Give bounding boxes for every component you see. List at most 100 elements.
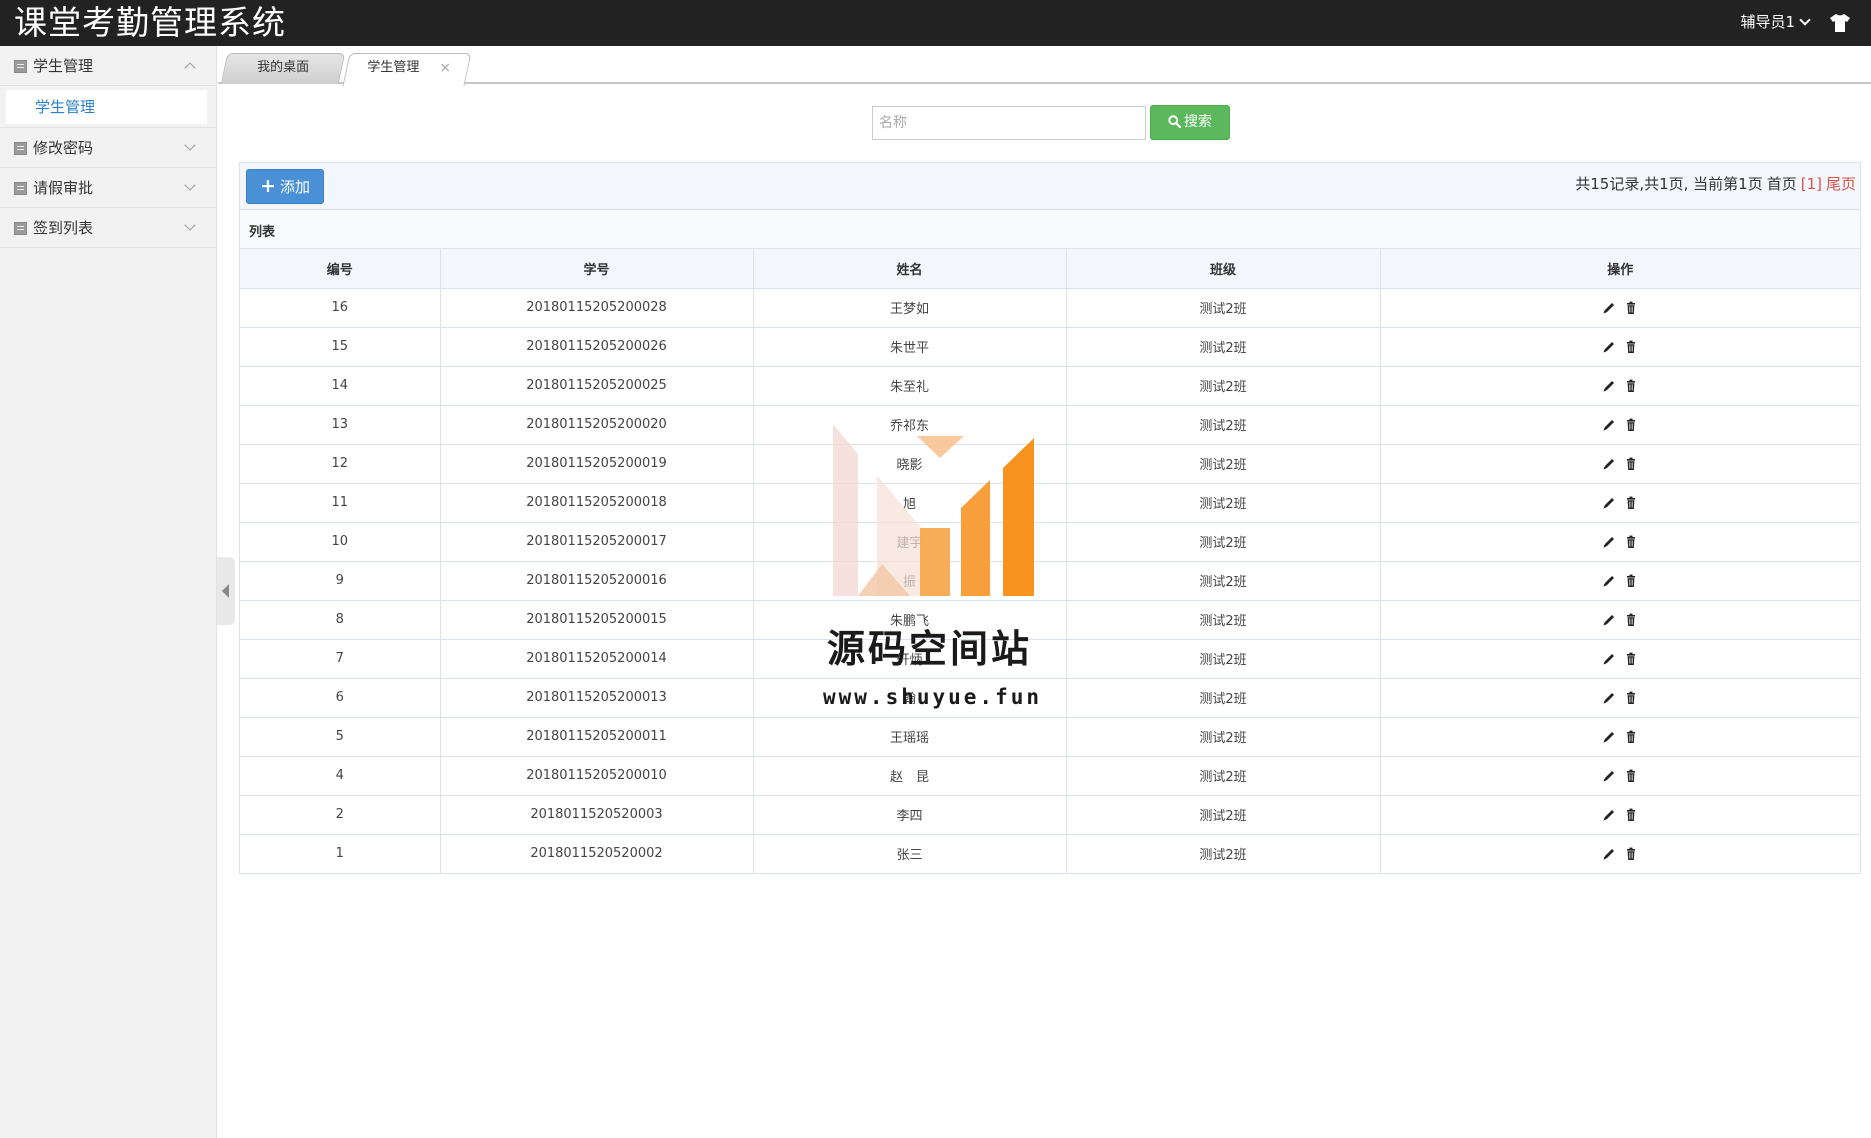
sidebar-item-student-management[interactable]: 学生管理 [6, 90, 207, 124]
name-cell: 振 [753, 561, 1067, 601]
table-row: 2 2018011520520003 李四 测试2班 [240, 795, 1860, 835]
edit-icon[interactable] [1601, 495, 1617, 511]
close-icon[interactable]: × [440, 54, 452, 82]
edit-icon[interactable] [1601, 417, 1617, 433]
name-cell: 乔祁东 [753, 405, 1067, 445]
name-cell: 李四 [753, 795, 1067, 835]
edit-icon[interactable] [1601, 690, 1617, 706]
class-cell: 测试2班 [1066, 678, 1381, 718]
pager-last-link[interactable]: 尾页 [1826, 175, 1856, 193]
student-no-cell: 2018011520520003 [440, 795, 754, 835]
delete-icon[interactable] [1623, 300, 1639, 316]
name-cell: 旭 [753, 483, 1067, 523]
sidebar-group-label: 学生管理 [33, 57, 94, 75]
class-cell: 测试2班 [1066, 717, 1381, 757]
actions-cell [1380, 366, 1860, 406]
id-cell: 1 [240, 834, 441, 873]
id-cell: 5 [240, 717, 441, 757]
sidebar-collapse-handle[interactable] [217, 557, 235, 625]
delete-icon[interactable] [1623, 612, 1639, 628]
student-no-cell: 20180115205200015 [440, 600, 754, 640]
column-header-student-no: 学号 [440, 249, 754, 289]
delete-icon[interactable] [1623, 768, 1639, 784]
delete-icon[interactable] [1623, 495, 1639, 511]
id-cell: 15 [240, 327, 441, 367]
delete-icon[interactable] [1623, 573, 1639, 589]
table-row: 5 20180115205200011 王瑶瑶 测试2班 [240, 717, 1860, 757]
sidebar-group-change-password[interactable]: 修改密码 [0, 128, 216, 168]
class-cell: 测试2班 [1066, 834, 1381, 873]
id-cell: 7 [240, 639, 441, 679]
search-button[interactable]: 搜索 [1150, 105, 1230, 140]
actions-cell [1380, 405, 1860, 445]
edit-icon[interactable] [1601, 651, 1617, 667]
pager-current-page[interactable]: [1] [1801, 175, 1822, 193]
id-cell: 6 [240, 678, 441, 718]
edit-icon[interactable] [1601, 300, 1617, 316]
add-button-label: 添加 [279, 178, 310, 196]
tab-student-management[interactable]: 学生管理 × [342, 53, 472, 86]
edit-icon[interactable] [1601, 846, 1617, 862]
delete-icon[interactable] [1623, 339, 1639, 355]
class-cell: 测试2班 [1066, 795, 1381, 835]
delete-icon[interactable] [1623, 807, 1639, 823]
name-cell: 建宇 [753, 522, 1067, 562]
menu-list-icon [14, 142, 27, 155]
menu-list-icon [14, 182, 27, 195]
name-cell: 朱世平 [753, 327, 1067, 367]
delete-icon[interactable] [1623, 846, 1639, 862]
delete-icon[interactable] [1623, 534, 1639, 550]
chevron-down-icon [184, 219, 196, 231]
class-cell: 测试2班 [1066, 756, 1381, 796]
table-row: 8 20180115205200015 朱鹏飞 测试2班 [240, 600, 1860, 640]
user-menu[interactable]: 辅导员1 [1740, 12, 1811, 32]
edit-icon[interactable] [1601, 807, 1617, 823]
delete-icon[interactable] [1623, 729, 1639, 745]
user-name: 辅导员1 [1740, 13, 1795, 31]
class-cell: 测试2班 [1066, 483, 1381, 523]
edit-icon[interactable] [1601, 534, 1617, 550]
sidebar-group-student-management[interactable]: 学生管理 [0, 46, 216, 86]
tab-my-desktop[interactable]: 我的桌面 [220, 53, 346, 84]
edit-icon[interactable] [1601, 573, 1617, 589]
edit-icon[interactable] [1601, 768, 1617, 784]
student-table: 编号 学号 姓名 班级 操作 16 20180115205200028 王梦如 测试2… [240, 249, 1860, 873]
class-cell: 测试2班 [1066, 444, 1381, 484]
table-row: 10 20180115205200017 建宇 测试2班 [240, 522, 1860, 562]
edit-icon[interactable] [1601, 729, 1617, 745]
menu-list-icon [14, 60, 27, 73]
table-body: 16 20180115205200028 王梦如 测试2班 15 201801152052… [240, 288, 1860, 873]
sidebar-group-leave-approval[interactable]: 请假审批 [0, 168, 216, 208]
edit-icon[interactable] [1601, 612, 1617, 628]
watermark-title: 源码空间站 [827, 627, 1033, 671]
delete-icon[interactable] [1623, 651, 1639, 667]
table-row: 14 20180115205200025 朱至礼 测试2班 [240, 366, 1860, 406]
edit-icon[interactable] [1601, 378, 1617, 394]
table-row: 13 20180115205200020 乔祁东 测试2班 [240, 405, 1860, 445]
class-cell: 测试2班 [1066, 522, 1381, 562]
delete-icon[interactable] [1623, 378, 1639, 394]
student-no-cell: 20180115205200020 [440, 405, 754, 445]
delete-icon[interactable] [1623, 456, 1639, 472]
chevron-down-icon [184, 179, 196, 191]
class-cell: 测试2班 [1066, 600, 1381, 640]
actions-cell [1380, 639, 1860, 679]
pager-first-link[interactable]: 首页 [1767, 175, 1797, 193]
id-cell: 2 [240, 795, 441, 835]
student-no-cell: 20180115205200018 [440, 483, 754, 523]
table-header-row: 编号 学号 姓名 班级 操作 [240, 249, 1860, 289]
id-cell: 14 [240, 366, 441, 406]
shirt-icon[interactable] [1829, 13, 1851, 33]
table-row: 11 20180115205200018 旭测试2班 [240, 483, 1860, 523]
add-button[interactable]: + 添加 [246, 169, 324, 204]
top-bar: 课堂考勤管理系统 辅导员1 [0, 0, 1871, 46]
table-row: 7 20180115205200014 轩炳 测试2班 [240, 639, 1860, 679]
delete-icon[interactable] [1623, 690, 1639, 706]
delete-icon[interactable] [1623, 417, 1639, 433]
sidebar-group-checkin-list[interactable]: 签到列表 [0, 208, 216, 248]
edit-icon[interactable] [1601, 456, 1617, 472]
actions-cell [1380, 483, 1860, 523]
edit-icon[interactable] [1601, 339, 1617, 355]
search-input[interactable] [872, 106, 1146, 140]
table-row: 9 20180115205200016 振测试2班 [240, 561, 1860, 601]
